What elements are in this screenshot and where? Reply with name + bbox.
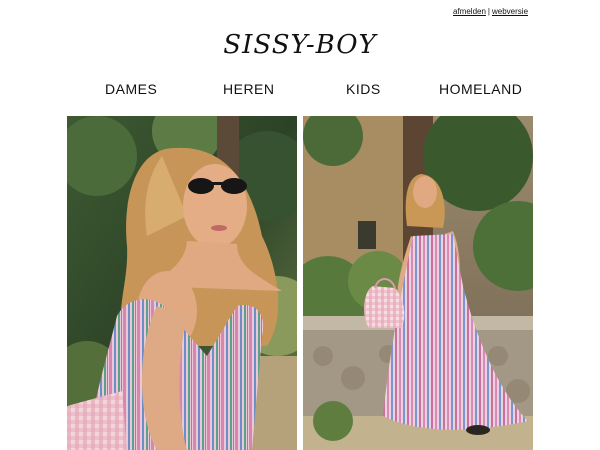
product-photo-right[interactable] bbox=[303, 116, 533, 450]
main-nav: DAMES HEREN KIDS HOMELAND bbox=[67, 81, 533, 101]
link-separator: | bbox=[487, 7, 490, 16]
product-photo-left[interactable] bbox=[67, 116, 297, 450]
unsubscribe-link[interactable]: afmelden bbox=[453, 7, 486, 16]
nav-item-kids[interactable]: KIDS bbox=[346, 81, 381, 97]
nav-item-homeland[interactable]: HOMELAND bbox=[439, 81, 522, 97]
photo-right-illustration bbox=[303, 116, 533, 450]
photo-left-illustration bbox=[67, 116, 297, 450]
top-links: afmelden | webversie bbox=[453, 7, 528, 16]
brand-logo[interactable]: SISSY-BOY bbox=[0, 30, 600, 60]
nav-item-heren[interactable]: HEREN bbox=[223, 81, 275, 97]
nav-item-dames[interactable]: DAMES bbox=[105, 81, 157, 97]
webversion-link[interactable]: webversie bbox=[492, 7, 528, 16]
